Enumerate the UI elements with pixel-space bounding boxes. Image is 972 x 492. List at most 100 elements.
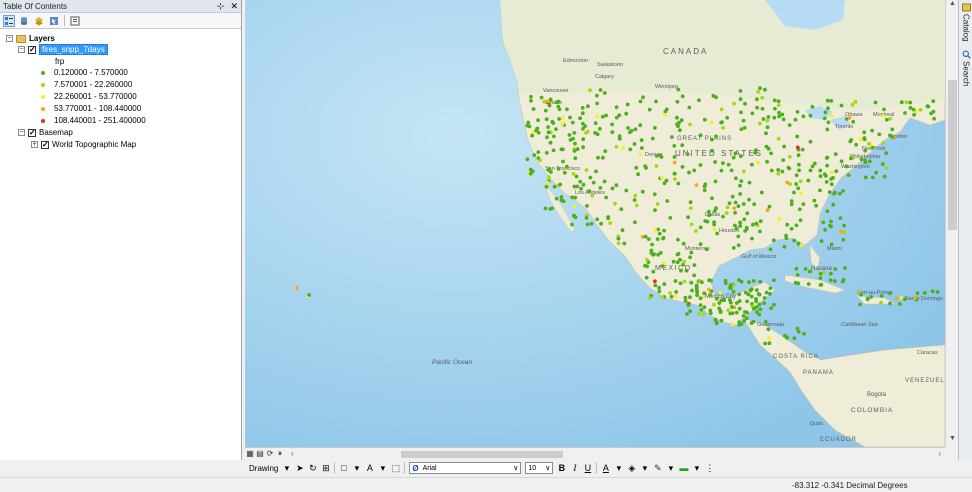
rectangle-icon[interactable]: □ xyxy=(339,463,348,473)
scroll-left-icon[interactable]: ‹ xyxy=(291,449,294,458)
dropdown-arrow-icon[interactable]: ▾ xyxy=(352,463,361,474)
pause-drawing-icon[interactable]: ⏸ xyxy=(275,449,285,459)
select-elements-icon[interactable]: ➤ xyxy=(295,463,304,474)
dropdown-arrow-icon[interactable]: ▾ xyxy=(692,463,701,474)
fire-point xyxy=(824,174,828,178)
fires-layer-label[interactable]: fires_snpp_7days xyxy=(39,44,108,55)
fire-point xyxy=(859,157,864,162)
italic-button[interactable]: I xyxy=(570,463,579,473)
marker-color-icon[interactable]: ▬ xyxy=(679,463,688,473)
fire-point xyxy=(698,296,703,301)
fire-point xyxy=(619,207,624,212)
map-label-winnipeg: Winnipeg xyxy=(655,84,678,90)
fire-point xyxy=(634,203,639,208)
list-by-drawing-order-icon[interactable] xyxy=(3,14,15,27)
underline-button[interactable]: U xyxy=(583,463,592,473)
dropdown-arrow-icon[interactable]: ▾ xyxy=(282,463,291,474)
collapse-icon[interactable]: − xyxy=(18,46,25,53)
fire-point xyxy=(742,126,747,130)
search-icon xyxy=(962,50,971,59)
scroll-right-icon[interactable]: › xyxy=(938,449,941,458)
fire-point xyxy=(772,115,777,120)
map-label-colombia: COLOMBIA xyxy=(851,407,893,414)
basemap-visibility-checkbox[interactable]: ✓ xyxy=(28,128,36,137)
legend-class-label: 22.260001 - 53.770000 xyxy=(54,92,137,101)
chevron-down-icon[interactable]: ∨ xyxy=(513,464,518,472)
fire-point xyxy=(573,156,578,161)
fire-point xyxy=(602,179,607,184)
legend-symbol-icon[interactable] xyxy=(41,106,45,111)
legend-class-row[interactable]: 22.260001 - 53.770000 xyxy=(41,91,137,102)
legend-class-row[interactable]: 7.570001 - 22.260000 xyxy=(41,79,132,90)
chevron-down-icon[interactable]: ∨ xyxy=(545,464,550,472)
collapse-icon[interactable]: − xyxy=(18,129,25,136)
legend-symbol-icon[interactable] xyxy=(41,118,45,123)
dropdown-arrow-icon[interactable]: ▾ xyxy=(614,463,623,474)
fire-point xyxy=(719,168,724,173)
tree-row-fires-layer[interactable]: − ✓ fires_snpp_7days xyxy=(18,44,108,55)
fire-point xyxy=(717,301,722,305)
fire-point xyxy=(915,291,920,296)
fire-point xyxy=(688,309,692,313)
scrollbar-thumb[interactable] xyxy=(401,450,563,458)
legend-symbol-icon[interactable] xyxy=(41,94,45,99)
layer-visibility-checkbox[interactable]: ✓ xyxy=(28,45,36,54)
toolbar-options-icon[interactable]: ⋮ xyxy=(705,463,714,474)
zoom-to-selected-icon[interactable]: ⊞ xyxy=(321,463,330,474)
list-by-selection-icon[interactable] xyxy=(48,15,60,27)
fire-point xyxy=(680,143,685,148)
topo-visibility-checkbox[interactable]: ✓ xyxy=(41,140,49,149)
options-icon[interactable] xyxy=(69,15,81,27)
fire-point xyxy=(571,171,576,176)
map-vertical-scrollbar[interactable]: ▲ ▼ xyxy=(945,0,958,447)
scrollbar-thumb[interactable] xyxy=(948,80,957,230)
close-icon[interactable]: ✕ xyxy=(230,1,238,12)
map-horizontal-scrollbar[interactable]: ‹ › xyxy=(291,449,945,459)
drawing-menu[interactable]: Drawing xyxy=(249,464,278,473)
font-name-select[interactable]: Ø Arial ∨ xyxy=(409,462,522,474)
legend-class-row[interactable]: 108.440001 - 251.400000 xyxy=(41,115,146,126)
catalog-tab[interactable]: Catalog xyxy=(960,3,972,42)
map-canvas[interactable]: CANADA Edmonton Saskatoon Calgary Vancouver S… xyxy=(245,0,945,447)
fire-point xyxy=(572,131,577,135)
layout-view-icon[interactable]: ▤ xyxy=(255,449,265,458)
search-tab[interactable]: Search xyxy=(960,50,972,86)
list-by-visibility-icon[interactable] xyxy=(33,15,45,27)
tree-row-basemap[interactable]: − ✓ Basemap xyxy=(18,127,73,138)
font-color-icon[interactable]: A xyxy=(601,463,610,473)
bold-button[interactable]: B xyxy=(557,463,566,473)
legend-symbol-icon[interactable] xyxy=(41,70,45,75)
fire-point xyxy=(586,104,590,109)
new-text-icon[interactable]: A xyxy=(365,463,374,473)
data-view-icon[interactable]: ▦ xyxy=(245,449,255,458)
dropdown-arrow-icon[interactable]: ▾ xyxy=(640,463,649,474)
pin-icon[interactable]: ⊹ xyxy=(217,1,225,12)
map-view[interactable]: CANADA Edmonton Saskatoon Calgary Vancouver S… xyxy=(245,0,945,447)
fill-color-icon[interactable]: ◈ xyxy=(627,463,636,474)
tree-row-topo[interactable]: + ✓ World Topographic Map xyxy=(31,139,136,150)
list-by-source-icon[interactable] xyxy=(18,15,30,27)
legend-symbol-icon[interactable] xyxy=(41,82,45,87)
fire-point xyxy=(539,95,544,100)
fire-point xyxy=(829,219,833,224)
fire-point xyxy=(714,134,718,139)
collapse-icon[interactable]: − xyxy=(6,35,13,42)
font-size-select[interactable]: 10 ∨ xyxy=(525,462,554,474)
dropdown-arrow-icon[interactable]: ▾ xyxy=(666,463,675,474)
rotate-icon[interactable]: ↻ xyxy=(308,463,317,474)
callout-icon[interactable]: ⬚ xyxy=(391,463,401,474)
fire-point xyxy=(552,134,556,139)
fire-point xyxy=(671,259,676,264)
fire-point xyxy=(794,266,799,271)
refresh-icon[interactable]: ⟳ xyxy=(265,449,275,458)
tree-row-layers[interactable]: − Layers xyxy=(6,33,55,44)
fire-point xyxy=(772,98,777,103)
fire-point xyxy=(782,144,786,149)
legend-class-row[interactable]: 0.120000 - 7.570000 xyxy=(41,67,128,78)
expand-icon[interactable]: + xyxy=(31,141,38,148)
dropdown-arrow-icon[interactable]: ▾ xyxy=(378,463,387,474)
legend-class-row[interactable]: 53.770001 - 108.440000 xyxy=(41,103,141,114)
topo-layer-label[interactable]: World Topographic Map xyxy=(52,140,136,149)
basemap-label[interactable]: Basemap xyxy=(39,128,73,137)
line-color-icon[interactable]: ✎ xyxy=(653,463,662,474)
